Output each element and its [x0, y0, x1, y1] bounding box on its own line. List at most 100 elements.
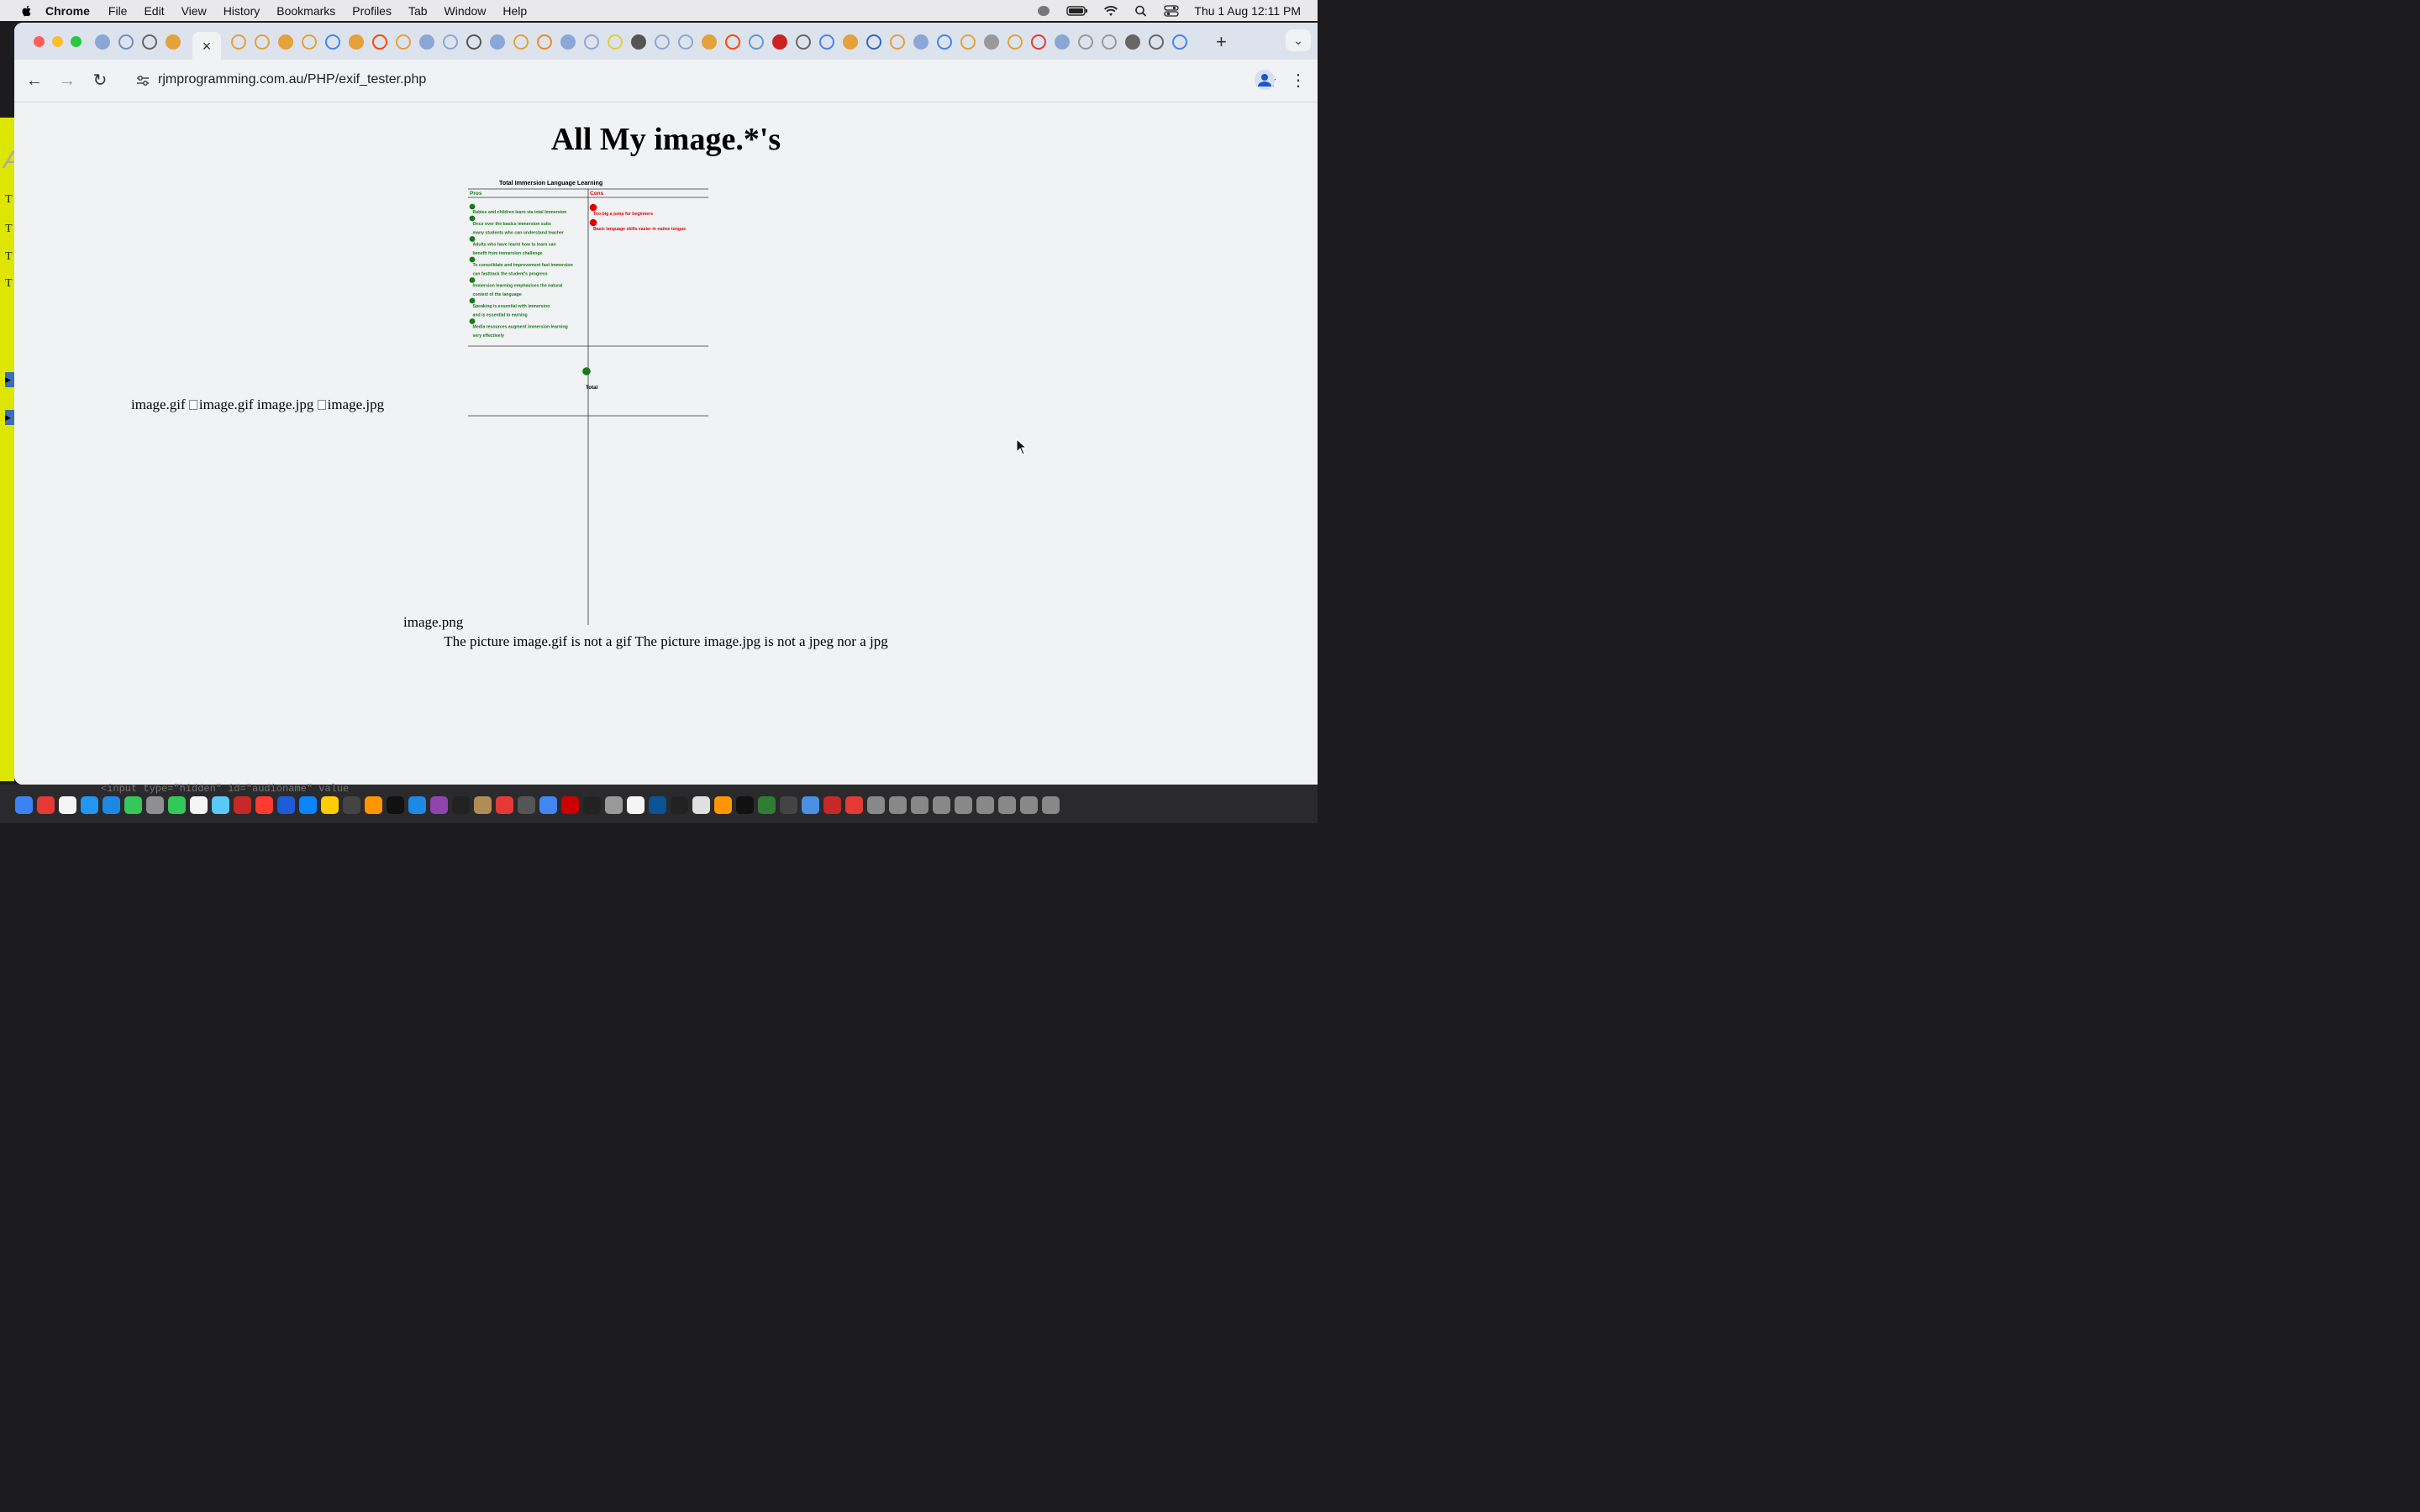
tab-favicon-icon[interactable] [419, 34, 434, 50]
tab-favicon-icon[interactable] [142, 34, 157, 50]
menu-help[interactable]: Help [502, 4, 527, 18]
tab-favicon-icon[interactable] [372, 34, 387, 50]
tab-favicon-icon[interactable] [396, 34, 411, 50]
disclosure-arrow-icon[interactable]: ▶ [5, 372, 14, 387]
dock-app-icon[interactable] [474, 795, 492, 814]
tab-favicon-icon[interactable] [843, 34, 858, 50]
chrome-menu-icon[interactable]: ⋮ [1290, 70, 1307, 91]
tab-favicon-icon[interactable] [1125, 34, 1140, 50]
dock-app-icon[interactable] [627, 795, 644, 814]
dock-app-icon[interactable] [976, 795, 994, 814]
dock-app-icon[interactable] [234, 795, 251, 814]
tab-favicon-icon[interactable] [702, 34, 717, 50]
dock-app-icon[interactable] [802, 795, 819, 814]
dock-app-icon[interactable] [605, 795, 623, 814]
dock-app-icon[interactable] [387, 795, 404, 814]
menu-profiles[interactable]: Profiles [352, 4, 392, 18]
battery-icon[interactable] [1066, 5, 1088, 17]
tab-favicon-icon[interactable] [890, 34, 905, 50]
dock-app-icon[interactable] [780, 795, 797, 814]
dock-app-icon[interactable] [59, 795, 76, 814]
tab-favicon-icon[interactable] [772, 34, 787, 50]
dock-app-icon[interactable] [561, 795, 579, 814]
dock-app-icon[interactable] [758, 795, 776, 814]
dock-app-icon[interactable] [649, 795, 666, 814]
zoom-window-button[interactable] [71, 36, 82, 47]
menu-edit[interactable]: Edit [144, 4, 164, 18]
dock-app-icon[interactable] [452, 795, 470, 814]
menu-history[interactable]: History [224, 4, 260, 18]
apple-menu-icon[interactable] [20, 4, 34, 18]
dock-app-icon[interactable] [867, 795, 885, 814]
tab-favicon-icon[interactable] [749, 34, 764, 50]
tab-favicon-icon[interactable] [608, 34, 623, 50]
dock-app-icon[interactable] [955, 795, 972, 814]
tab-favicon-icon[interactable] [655, 34, 670, 50]
dock-app-icon[interactable] [1020, 795, 1038, 814]
tab-favicon-icon[interactable] [584, 34, 599, 50]
tab-favicon-icon[interactable] [1078, 34, 1093, 50]
dock-app-icon[interactable] [496, 795, 513, 814]
elephant-status-icon[interactable] [1036, 5, 1051, 17]
app-menu[interactable]: Chrome [45, 4, 90, 18]
tab-favicon-icon[interactable] [1149, 34, 1164, 50]
tab-favicon-icon[interactable] [166, 34, 181, 50]
dock-app-icon[interactable] [37, 795, 55, 814]
dock-app-icon[interactable] [911, 795, 929, 814]
address-bar[interactable]: rjmprogramming.com.au/PHP/exif_tester.ph… [127, 66, 1278, 96]
close-window-button[interactable] [34, 36, 45, 47]
dock-app-icon[interactable] [583, 795, 601, 814]
tab-favicon-icon[interactable] [513, 34, 529, 50]
dock-app-icon[interactable] [124, 795, 142, 814]
tab-favicon-icon[interactable] [819, 34, 834, 50]
tab-favicon-icon[interactable] [960, 34, 976, 50]
dock-app-icon[interactable] [81, 795, 98, 814]
dock-app-icon[interactable] [146, 795, 164, 814]
tab-favicon-icon[interactable] [866, 34, 881, 50]
tab-favicon-icon[interactable] [725, 34, 740, 50]
tab-favicon-icon[interactable] [278, 34, 293, 50]
url-text[interactable]: rjmprogramming.com.au/PHP/exif_tester.ph… [158, 72, 426, 87]
tab-favicon-icon[interactable] [118, 34, 134, 50]
back-arrow-icon[interactable]: ← [25, 71, 44, 90]
menu-view[interactable]: View [182, 4, 207, 18]
dock-app-icon[interactable] [190, 795, 208, 814]
menu-tab[interactable]: Tab [408, 4, 428, 18]
dock-app-icon[interactable] [15, 795, 33, 814]
menu-bookmarks[interactable]: Bookmarks [276, 4, 335, 18]
dock-app-icon[interactable] [1042, 795, 1060, 814]
new-tab-button[interactable]: + [1216, 31, 1227, 53]
tab-favicon-icon[interactable] [678, 34, 693, 50]
dock-app-icon[interactable] [408, 795, 426, 814]
tab-favicon-icon[interactable] [984, 34, 999, 50]
dock-app-icon[interactable] [518, 795, 535, 814]
site-info-icon[interactable] [135, 73, 150, 88]
dock-app-icon[interactable] [299, 795, 317, 814]
tab-favicon-icon[interactable] [255, 34, 270, 50]
tab-favicon-icon[interactable] [349, 34, 364, 50]
dock-app-icon[interactable] [168, 795, 186, 814]
wifi-icon[interactable] [1103, 5, 1118, 17]
dock-app-icon[interactable] [714, 795, 732, 814]
dock-app-icon[interactable] [889, 795, 907, 814]
dock-app-icon[interactable] [212, 795, 229, 814]
dock-app-icon[interactable] [998, 795, 1016, 814]
dock-app-icon[interactable] [343, 795, 360, 814]
tab-favicon-icon[interactable] [325, 34, 340, 50]
tab-favicon-icon[interactable] [95, 34, 110, 50]
menubar-clock[interactable]: Thu 1 Aug 12:11 PM [1194, 4, 1301, 18]
dock-app-icon[interactable] [321, 795, 339, 814]
spotlight-search-icon[interactable] [1134, 5, 1149, 17]
dock-app-icon[interactable] [692, 795, 710, 814]
tab-search-chevron-icon[interactable]: ⌄ [1286, 29, 1311, 51]
tab-favicon-icon[interactable] [913, 34, 929, 50]
active-tab-close-icon[interactable]: × [192, 32, 221, 60]
minimize-window-button[interactable] [52, 36, 63, 47]
tab-favicon-icon[interactable] [560, 34, 576, 50]
tab-favicon-icon[interactable] [1172, 34, 1187, 50]
dock-app-icon[interactable] [933, 795, 950, 814]
tab-favicon-icon[interactable] [796, 34, 811, 50]
dock-app-icon[interactable] [845, 795, 863, 814]
disclosure-arrow-icon[interactable]: ▶ [5, 410, 14, 425]
tab-favicon-icon[interactable] [1055, 34, 1070, 50]
